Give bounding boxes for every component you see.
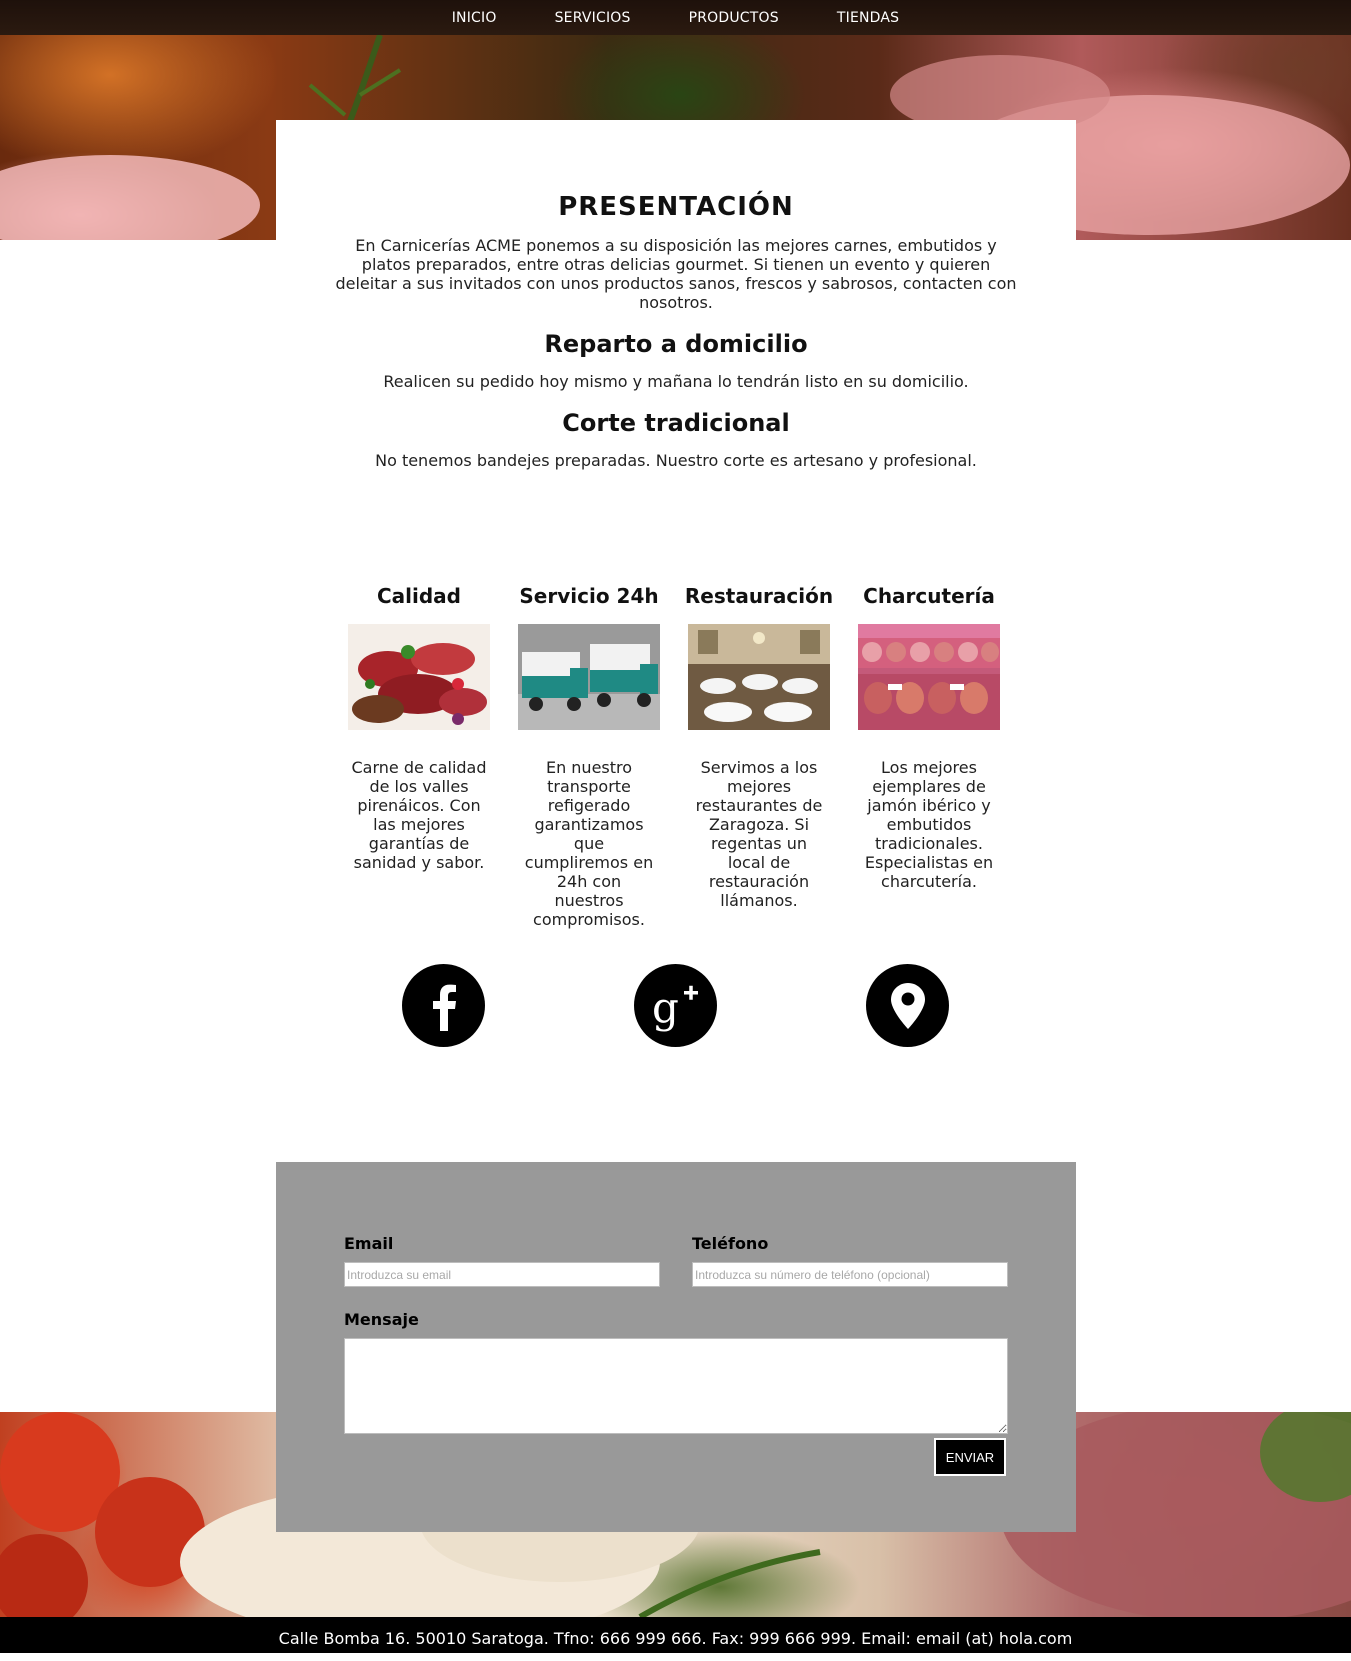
service-text: Carne de calidad de los valles pirenáico… — [351, 758, 487, 872]
email-input[interactable] — [344, 1262, 660, 1287]
presentation-intro: En Carnicerías ACME ponemos a su disposi… — [335, 236, 1017, 312]
service-24h: Servicio 24h En nuestro transporte refig… — [504, 584, 674, 929]
nav-item-inicio[interactable]: INICIO — [452, 10, 497, 26]
facebook-icon[interactable] — [402, 964, 485, 1047]
service-title: Charcutería — [863, 584, 995, 608]
service-text: En nuestro transporte refigerado garanti… — [524, 758, 654, 929]
presentation-title: PRESENTACIÓN — [558, 192, 794, 222]
service-text: Servimos a los mejores restaurantes de Z… — [695, 758, 823, 910]
location-pin-icon[interactable] — [866, 964, 949, 1047]
nav-item-tiendas[interactable]: TIENDAS — [837, 10, 899, 26]
section-heading-cut: Corte tradicional — [562, 409, 790, 437]
section-text-delivery: Realicen su pedido hoy mismo y mañana lo… — [383, 372, 969, 391]
top-navigation: INICIO SERVICIOS PRODUCTOS TIENDAS — [0, 0, 1351, 35]
google-plus-icon[interactable]: g — [634, 964, 717, 1047]
email-label: Email — [344, 1234, 394, 1253]
phone-label: Teléfono — [692, 1234, 769, 1253]
section-text-cut: No tenemos bandejes preparadas. Nuestro … — [375, 451, 977, 470]
section-heading-delivery: Reparto a domicilio — [544, 330, 808, 358]
service-title: Servicio 24h — [519, 584, 659, 608]
presentation-section: PRESENTACIÓN En Carnicerías ACME ponemos… — [276, 120, 1076, 470]
message-textarea[interactable] — [344, 1338, 1008, 1434]
nav-item-servicios[interactable]: SERVICIOS — [555, 10, 631, 26]
meat-platter-image — [348, 624, 490, 730]
nav-item-productos[interactable]: PRODUCTOS — [689, 10, 779, 26]
message-label: Mensaje — [344, 1310, 419, 1329]
footer-contact-info: Calle Bomba 16. 50010 Saratoga. Tfno: 66… — [0, 1617, 1351, 1653]
deli-counter-image — [858, 624, 1000, 730]
service-title: Calidad — [376, 584, 461, 608]
service-text: Los mejores ejemplares de jamón ibérico … — [864, 758, 994, 891]
phone-input[interactable] — [692, 1262, 1008, 1287]
delivery-trucks-image — [518, 624, 660, 730]
social-links: g — [402, 964, 950, 1048]
service-charcuteria: Charcutería Los mejores ejemplares de ja… — [844, 584, 1014, 929]
service-title: Restauración — [684, 584, 834, 608]
svg-text:g: g — [652, 983, 679, 1032]
contact-form: Email Teléfono Mensaje ENVIAR — [276, 1162, 1076, 1532]
services-section: Calidad Carne de calidad de los valles p… — [334, 584, 1014, 929]
service-restauracion: Restauración Servimos a los mejores rest… — [674, 584, 844, 929]
submit-button[interactable]: ENVIAR — [934, 1438, 1006, 1476]
restaurant-hall-image — [688, 624, 830, 730]
service-calidad: Calidad Carne de calidad de los valles p… — [334, 584, 504, 929]
